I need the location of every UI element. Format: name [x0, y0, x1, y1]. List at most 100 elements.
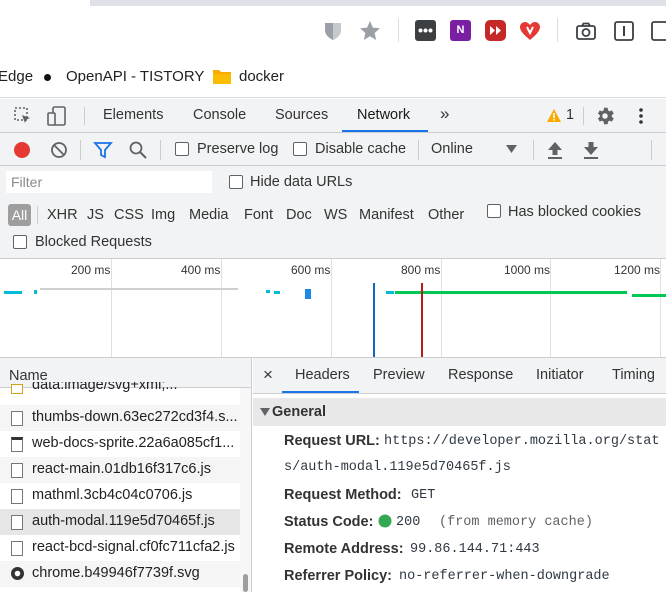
record-icon[interactable]	[12, 140, 32, 160]
chrome-icon	[11, 567, 24, 580]
gear-icon[interactable]	[594, 105, 616, 127]
list-item[interactable]: mathml.3cb4c04c0706.js	[0, 483, 240, 509]
type-filter-font[interactable]: Font	[244, 207, 273, 223]
filter-icon[interactable]	[93, 140, 113, 160]
divider	[160, 140, 161, 160]
tab-initiator[interactable]: Initiator	[536, 367, 584, 383]
preserve-log-checkbox[interactable]	[175, 142, 189, 156]
timeline-overview[interactable]: 200 ms 400 ms 600 ms 800 ms 1000 ms 1200…	[0, 259, 666, 358]
device-icon[interactable]	[46, 105, 68, 127]
type-filter-media[interactable]: Media	[189, 207, 229, 223]
tab-timing[interactable]: Timing	[612, 367, 655, 383]
grid-line	[441, 259, 442, 357]
bookmarks-bar: Edge OpenAPI - TISTORY docker	[0, 58, 666, 98]
tab-sources[interactable]: Sources	[275, 107, 328, 123]
image-file-icon	[11, 384, 23, 394]
hide-data-urls-checkbox[interactable]	[229, 175, 243, 189]
scrollbar-thumb[interactable]	[243, 574, 248, 592]
tick-label: 1200 ms	[614, 263, 661, 277]
list-item[interactable]: react-main.01db16f317c6.js	[0, 457, 240, 483]
type-filter-all[interactable]: All	[8, 204, 31, 226]
request-list-scrollbar[interactable]	[240, 388, 251, 592]
dots-icon[interactable]	[415, 20, 436, 41]
type-filter-img[interactable]: Img	[151, 207, 175, 223]
bookmark-docker[interactable]: docker	[239, 68, 284, 85]
triangle-down-icon	[260, 408, 270, 416]
request-details: × Headers Preview Response Initiator Tim…	[253, 358, 666, 592]
timeline-bar	[34, 290, 37, 294]
onenote-icon[interactable]: N	[450, 20, 471, 41]
timeline-bar	[632, 294, 666, 297]
request-name: thumbs-down.63ec272cd3f4.s...	[32, 409, 238, 425]
type-filter-css[interactable]: CSS	[114, 207, 144, 223]
download-icon[interactable]	[582, 140, 600, 160]
shield-icon[interactable]	[322, 20, 344, 42]
image-file-icon	[11, 437, 23, 452]
type-filter-other[interactable]: Other	[428, 207, 464, 223]
status-code-key: Status Code:	[284, 514, 374, 530]
toolbar-divider	[398, 18, 399, 42]
general-section-header[interactable]: General	[253, 398, 666, 426]
list-item[interactable]: chrome.b49946f7739f.svg	[0, 561, 240, 587]
timeline-bar	[274, 291, 280, 294]
tab-response[interactable]: Response	[448, 367, 513, 383]
status-code-note: (from memory cache)	[439, 515, 593, 530]
throttling-select[interactable]: Online	[431, 141, 473, 157]
type-filter-js[interactable]: JS	[87, 207, 104, 223]
tab-network[interactable]: Network	[357, 107, 410, 123]
request-url-key: Request URL:	[284, 433, 380, 449]
type-filter-ws[interactable]: WS	[324, 207, 347, 223]
bookmark-openapi-tistory[interactable]: OpenAPI - TISTORY	[66, 68, 204, 85]
tab-elements[interactable]: Elements	[103, 107, 163, 123]
search-icon[interactable]	[128, 140, 148, 160]
heart-icon[interactable]	[518, 19, 542, 43]
star-icon[interactable]	[358, 19, 382, 43]
request-name: react-main.01db16f317c6.js	[32, 461, 211, 477]
list-item[interactable]: thumbs-down.63ec272cd3f4.s...	[0, 405, 240, 431]
preserve-log-label[interactable]: Preserve log	[197, 141, 278, 157]
list-item[interactable]: react-bcd-signal.cf0fc711cfa2.js	[0, 535, 240, 561]
upload-icon[interactable]	[546, 140, 564, 160]
disable-cache-checkbox[interactable]	[293, 142, 307, 156]
load-event-line	[421, 283, 423, 357]
network-filter-bar: Hide data URLs All XHR JS CSS Img Media …	[0, 166, 666, 259]
referrer-policy-value: no-referrer-when-downgrade	[399, 569, 610, 584]
list-item[interactable]: data:image/svg+xml;...	[0, 382, 240, 398]
has-blocked-cookies-checkbox[interactable]	[487, 204, 501, 218]
profile-icon[interactable]	[650, 19, 666, 43]
warning-count[interactable]: 1	[566, 107, 574, 123]
type-filter-manifest[interactable]: Manifest	[359, 207, 414, 223]
type-filter-xhr[interactable]: XHR	[47, 207, 78, 223]
reader-icon[interactable]	[612, 19, 636, 43]
close-icon[interactable]: ×	[263, 365, 273, 385]
throttle-dropdown-icon[interactable]	[506, 145, 517, 154]
kebab-icon[interactable]	[637, 106, 645, 126]
playlist-icon[interactable]	[485, 20, 506, 41]
blocked-requests-label[interactable]: Blocked Requests	[35, 234, 152, 250]
inspect-icon[interactable]	[13, 106, 33, 126]
list-item-selected[interactable]: auth-modal.119e5d70465f.js	[0, 509, 240, 535]
request-url-value: https://developer.mozilla.org/stat	[384, 434, 660, 449]
type-filter-doc[interactable]: Doc	[286, 207, 312, 223]
timeline-bar	[386, 291, 394, 294]
has-blocked-cookies-label[interactable]: Has blocked cookies	[508, 204, 641, 220]
tab-console[interactable]: Console	[193, 107, 246, 123]
more-tabs-icon[interactable]: »	[440, 104, 449, 124]
request-url-value-cont: s/auth-modal.119e5d70465f.js	[284, 460, 511, 475]
filter-input[interactable]	[6, 171, 212, 193]
camera-icon[interactable]	[575, 20, 597, 42]
divider	[418, 140, 419, 160]
script-file-icon	[11, 541, 23, 556]
tick-label: 1000 ms	[504, 263, 551, 277]
warning-icon[interactable]	[546, 108, 562, 123]
bookmark-edge[interactable]: Edge	[0, 68, 33, 85]
clear-icon[interactable]	[49, 140, 69, 160]
tab-headers[interactable]: Headers	[295, 367, 350, 383]
blocked-requests-checkbox[interactable]	[13, 235, 27, 249]
list-item[interactable]: web-docs-sprite.22a6a085cf1...	[0, 431, 240, 457]
disable-cache-label[interactable]: Disable cache	[315, 141, 406, 157]
referrer-policy-key: Referrer Policy:	[284, 568, 392, 584]
network-toolbar: Preserve log Disable cache Online	[0, 133, 666, 166]
hide-data-urls-label[interactable]: Hide data URLs	[250, 174, 352, 190]
tab-preview[interactable]: Preview	[373, 367, 425, 383]
